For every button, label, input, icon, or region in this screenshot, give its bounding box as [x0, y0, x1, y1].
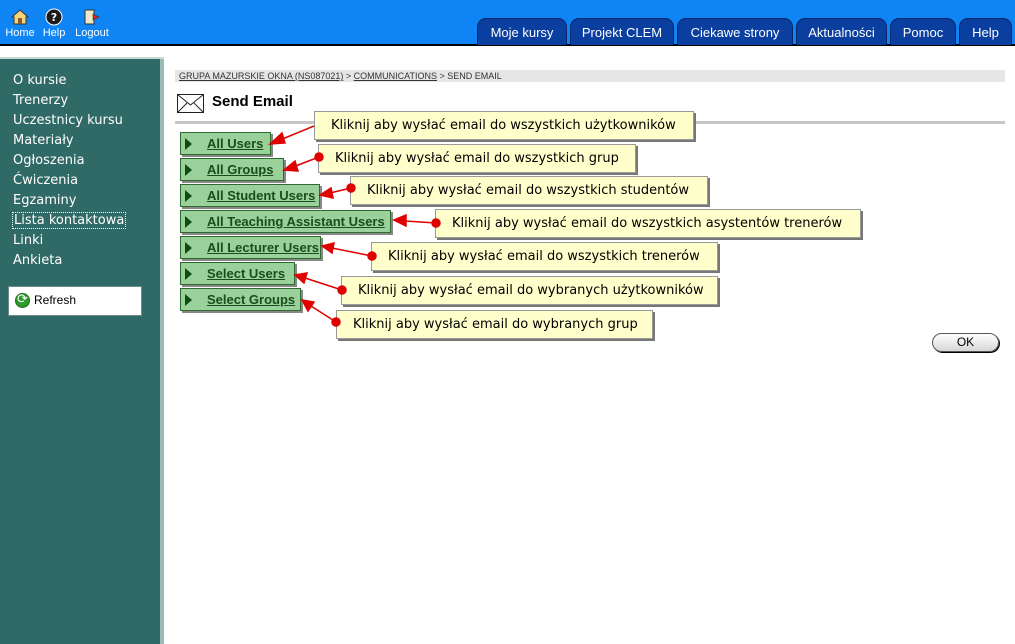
- arrow-line: [404, 220, 437, 224]
- callout-select-users: Kliknij aby wysłać email do wybranych uż…: [341, 276, 718, 305]
- help-label: Help: [42, 27, 66, 39]
- select-users-button[interactable]: Select Users: [180, 262, 295, 285]
- all-users-label: All Users: [207, 136, 264, 151]
- tab-help[interactable]: Help: [959, 18, 1012, 45]
- tab-projekt-clem[interactable]: Projekt CLEM: [570, 18, 674, 45]
- arrowhead-icon: [320, 241, 335, 255]
- sidebar-item-egzaminy[interactable]: Egzaminy: [13, 193, 76, 208]
- tab-ciekawe-strony[interactable]: Ciekawe strony: [677, 18, 793, 45]
- select-groups-label: Select Groups: [207, 292, 296, 307]
- refresh-button[interactable]: Refresh: [8, 286, 142, 316]
- breadcrumb-current: SEND EMAIL: [447, 71, 502, 81]
- triangle-right-icon: [185, 294, 192, 306]
- refresh-label: Refresh: [34, 293, 77, 307]
- arrow-line: [331, 247, 373, 257]
- sidebar-item-materialy[interactable]: Materiały: [13, 133, 74, 148]
- tab-pomoc[interactable]: Pomoc: [890, 18, 956, 45]
- arrow-line: [310, 305, 337, 323]
- all-lecturer-users-button[interactable]: All Lecturer Users: [180, 236, 321, 259]
- breadcrumb-separator: >: [343, 71, 354, 81]
- breadcrumb-communications[interactable]: COMMUNICATIONS: [354, 71, 437, 81]
- callout-all-users: Kliknij aby wysłać email do wszystkich u…: [314, 111, 694, 140]
- triangle-right-icon: [185, 138, 192, 150]
- triangle-right-icon: [185, 190, 192, 202]
- all-teaching-assistant-users-label: All Teaching Assistant Users: [207, 214, 385, 229]
- triangle-right-icon: [185, 164, 192, 176]
- all-student-users-button[interactable]: All Student Users: [180, 184, 320, 207]
- home-icon: [11, 9, 29, 25]
- select-groups-button[interactable]: Select Groups: [180, 288, 301, 311]
- arrowhead-icon: [267, 131, 286, 145]
- sidebar-item-ogloszenia[interactable]: Ogłoszenia: [13, 153, 85, 168]
- home-label: Home: [5, 27, 35, 39]
- logout-link[interactable]: Logout: [72, 8, 112, 39]
- breadcrumb-course[interactable]: GRUPA MAZURSKIE OKNA (NS087021): [179, 71, 343, 81]
- callout-all-groups: Kliknij aby wysłać email do wszystkich g…: [318, 144, 636, 173]
- triangle-right-icon: [185, 268, 192, 280]
- ok-button[interactable]: OK: [932, 333, 999, 352]
- refresh-icon: [15, 291, 30, 308]
- arrowhead-icon: [300, 299, 316, 313]
- triangle-right-icon: [185, 242, 192, 254]
- callout-select-groups: Kliknij aby wysłać email do wybranych gr…: [336, 310, 653, 339]
- sidebar-edge: [160, 59, 164, 644]
- arrowhead-icon: [282, 159, 300, 172]
- svg-text:?: ?: [51, 11, 57, 24]
- arrow-line: [329, 187, 352, 194]
- help-link[interactable]: ? Help: [34, 8, 74, 39]
- tab-moje-kursy[interactable]: Moje kursy: [477, 18, 567, 45]
- sidebar-item-lista-kontaktowa[interactable]: Lista kontaktowa: [12, 212, 127, 229]
- envelope-icon: [177, 94, 204, 113]
- arrow-line: [279, 125, 315, 141]
- sidebar-item-cwiczenia[interactable]: Ćwiczenia: [13, 173, 78, 188]
- callout-all-students: Kliknij aby wysłać email do wszystkich s…: [350, 176, 708, 205]
- callout-all-assistants: Kliknij aby wysłać email do wszystkich a…: [435, 209, 861, 238]
- sidebar-item-trenerzy[interactable]: Trenerzy: [13, 93, 68, 108]
- breadcrumb-separator: >: [437, 71, 448, 81]
- sidebar-item-ankieta[interactable]: Ankieta: [13, 253, 62, 268]
- all-student-users-label: All Student Users: [207, 188, 316, 203]
- callout-all-lecturers: Kliknij aby wysłać email do wszystkich t…: [371, 242, 718, 271]
- all-lecturer-users-label: All Lecturer Users: [207, 240, 319, 255]
- all-users-button[interactable]: All Users: [180, 132, 271, 155]
- all-groups-button[interactable]: All Groups: [180, 158, 284, 181]
- sidebar-item-linki[interactable]: Linki: [13, 233, 43, 248]
- select-users-label: Select Users: [207, 266, 286, 281]
- help-icon: ?: [45, 8, 63, 26]
- arrowhead-icon: [318, 186, 334, 199]
- tab-aktualnosci[interactable]: Aktualności: [796, 18, 887, 45]
- arrowhead-icon: [293, 272, 309, 285]
- all-teaching-assistant-users-button[interactable]: All Teaching Assistant Users: [180, 210, 391, 233]
- sidebar: O kursie Trenerzy Uczestnicy kursu Mater…: [0, 59, 160, 644]
- all-groups-label: All Groups: [207, 162, 274, 177]
- logout-label: Logout: [75, 27, 109, 39]
- breadcrumb: GRUPA MAZURSKIE OKNA (NS087021) > COMMUN…: [175, 70, 1005, 82]
- sidebar-item-o-kursie[interactable]: O kursie: [13, 73, 66, 88]
- arrow-line: [304, 277, 343, 291]
- page-title: Send Email: [212, 93, 293, 110]
- triangle-right-icon: [185, 216, 192, 228]
- logout-icon: [84, 9, 100, 25]
- arrowhead-icon: [392, 213, 407, 228]
- sidebar-item-uczestnicy[interactable]: Uczestnicy kursu: [13, 113, 123, 128]
- arrow-line: [292, 156, 320, 168]
- top-bar: Home ? Help Logout Moje kursy Projekt CL…: [0, 0, 1015, 46]
